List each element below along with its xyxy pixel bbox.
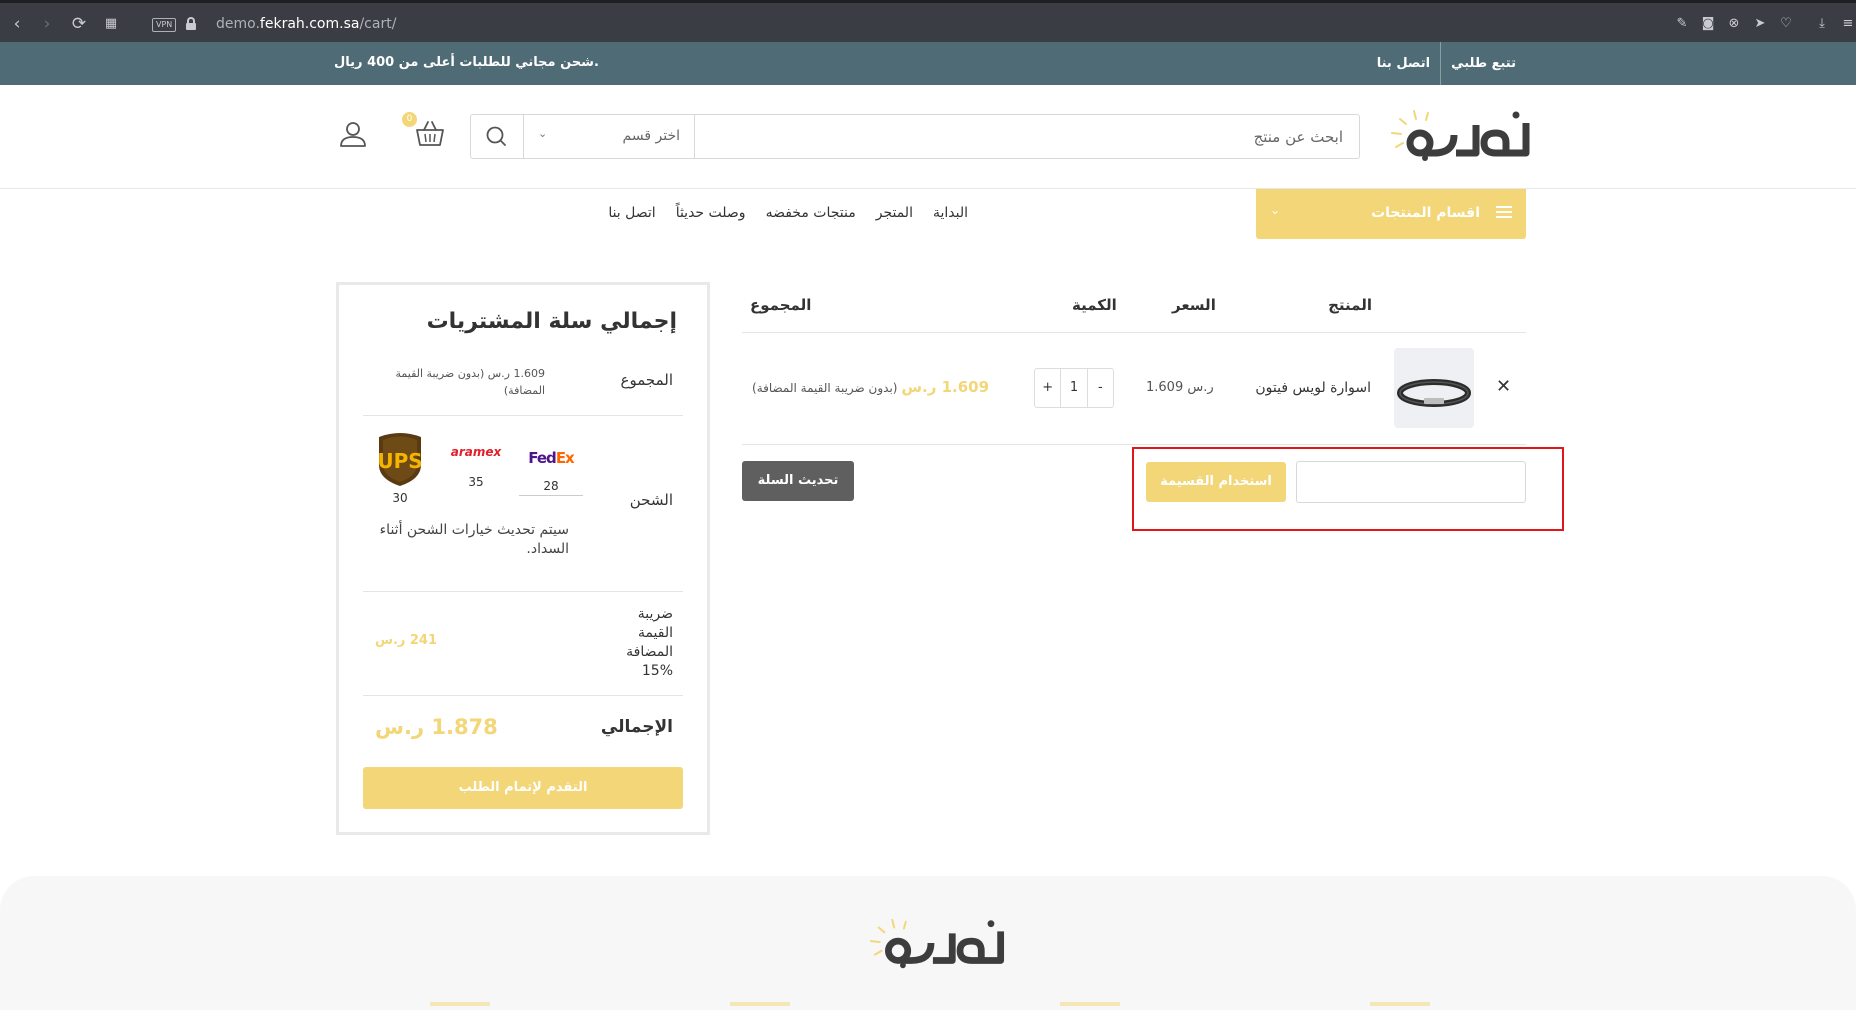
ups-option[interactable]: UPS 30 <box>375 431 425 505</box>
category-select-label: اختر قسم <box>622 128 680 144</box>
topbar-links: تتبع طلبي اتصل بنا <box>1367 42 1526 85</box>
divider <box>363 591 683 592</box>
search-form: ابحث عن منتج اختر قسم ⌄ <box>470 114 1360 159</box>
header-total: المجموع <box>750 296 812 314</box>
apply-coupon-button[interactable]: استخدام القسيمة <box>1146 462 1286 502</box>
heart-icon[interactable]: ♡ <box>1778 16 1794 32</box>
track-order-link[interactable]: تتبع طلبي <box>1441 56 1526 71</box>
footer-heading-hint <box>1060 1002 1120 1006</box>
divider <box>742 332 1526 333</box>
vat-value: 241 ر.س <box>375 633 438 648</box>
contact-link[interactable]: اتصل بنا <box>1367 56 1440 71</box>
announcement-bar: شحن مجاني للطلبات أعلى من 400 ريال. تتبع… <box>0 42 1856 85</box>
download-icon[interactable]: ⤓ <box>1814 16 1830 32</box>
header-quantity: الكمية <box>1072 296 1117 314</box>
vat-label: ضريبة القيمة المضافة %15 <box>626 606 673 679</box>
main-navigation: اقسام المنتجات ⌄ البداية المتجر منتجات م… <box>0 189 1856 239</box>
bracelet-image <box>1397 379 1471 407</box>
fedex-logo: FedEx <box>528 449 574 467</box>
fedex-option[interactable]: FedEx 28 <box>519 449 583 496</box>
close-circle-icon[interactable]: ⊗ <box>1726 16 1742 32</box>
vpn-badge[interactable]: VPN <box>152 18 177 32</box>
edit-icon[interactable]: ✎ <box>1674 16 1690 32</box>
footer-heading-hint <box>430 1002 490 1006</box>
tabs-grid-icon[interactable]: ▦ <box>102 15 120 33</box>
free-shipping-text: شحن مجاني للطلبات أعلى من 400 ريال. <box>334 55 599 70</box>
product-categories-button[interactable]: اقسام المنتجات ⌄ <box>1256 189 1526 239</box>
nav-link-contact[interactable]: اتصل بنا <box>608 205 655 221</box>
header-price: السعر <box>1172 296 1216 314</box>
user-account-icon[interactable] <box>338 119 368 149</box>
nav-link-new-arrivals[interactable]: وصلت حديثاً <box>676 205 746 221</box>
ups-logo-text: UPS <box>377 449 422 473</box>
nav-link-home[interactable]: البداية <box>933 205 968 221</box>
update-cart-button[interactable]: تحديث السلة <box>742 461 854 501</box>
site-header: ابحث عن منتج اختر قسم ⌄ 0 <box>0 85 1856 189</box>
site-footer <box>0 876 1856 1010</box>
footer-logo[interactable] <box>854 914 1006 974</box>
divider <box>363 695 683 696</box>
category-select[interactable]: اختر قسم ⌄ <box>523 115 695 158</box>
lock-icon <box>186 17 196 30</box>
footer-heading-hint <box>1370 1002 1430 1006</box>
header-product: المنتج <box>1328 296 1372 314</box>
search-input[interactable]: ابحث عن منتج <box>1254 128 1343 146</box>
qty-plus-button[interactable]: + <box>1035 369 1060 407</box>
aramex-option[interactable]: aramex 35 <box>445 445 507 489</box>
quantity-stepper: + 1 - <box>1034 368 1114 408</box>
nav-link-shop[interactable]: المتجر <box>876 205 913 221</box>
site-logo[interactable] <box>1376 105 1530 167</box>
divider <box>742 444 1526 445</box>
aramex-logo: aramex <box>450 445 502 459</box>
search-button[interactable] <box>471 115 523 158</box>
send-icon[interactable]: ➤ <box>1752 16 1768 32</box>
grand-total-label: الإجمالي <box>600 717 673 737</box>
proceed-to-checkout-button[interactable]: التقدم لإتمام الطلب <box>363 767 683 809</box>
shipping-note: سيتم تحديث خيارات الشحن أثناء السداد. <box>379 522 569 557</box>
qty-minus-button[interactable]: - <box>1088 369 1113 407</box>
ups-price: 30 <box>392 491 408 505</box>
product-subtotal-amount: 1.609 ر.س <box>901 378 990 396</box>
camera-icon[interactable]: ◙ <box>1700 16 1716 32</box>
subtotal-value: 1.609 ر.س (بدون ضريبة القيمة المضافة) <box>395 367 545 397</box>
footer-heading-hint <box>730 1002 790 1006</box>
divider <box>1440 42 1442 85</box>
divider <box>363 415 683 416</box>
fedex-price: 28 <box>519 479 583 496</box>
aramex-price: 35 <box>468 475 484 489</box>
cart-count-badge: 0 <box>402 112 417 127</box>
back-icon[interactable]: ‹ <box>8 15 26 33</box>
product-tax-note: (بدون ضريبة القيمة المضافة) <box>752 381 898 395</box>
chevron-down-icon: ⌄ <box>538 127 548 140</box>
cart-totals-title: إجمالي سلة المشتريات <box>426 309 677 334</box>
quantity-input[interactable]: 1 <box>1060 369 1088 407</box>
ups-logo: UPS <box>377 433 423 486</box>
remove-item-icon[interactable]: ✕ <box>1496 376 1511 397</box>
cart-totals-box: إجمالي سلة المشتريات المجموع 1.609 ر.س (… <box>336 282 710 835</box>
product-price: 1.609 ر.س <box>1146 380 1214 395</box>
coupon-code-input[interactable] <box>1296 461 1526 503</box>
menu-icon[interactable]: ≡ <box>1840 16 1856 32</box>
product-image[interactable] <box>1394 348 1474 428</box>
product-name-link[interactable]: اسوارة لويس فيتون <box>1255 380 1371 396</box>
hamburger-icon <box>1496 206 1512 218</box>
forward-icon[interactable]: › <box>38 15 56 33</box>
address-bar[interactable]: demo.fekrah.com.sa/cart/ <box>216 16 396 32</box>
nav-link-discounted[interactable]: منتجات مخفضه <box>766 205 856 221</box>
reload-icon[interactable]: ⟳ <box>70 15 88 33</box>
menu-links: البداية المتجر منتجات مخفضه وصلت حديثاً … <box>608 205 968 221</box>
chevron-down-icon: ⌄ <box>1270 203 1281 217</box>
product-categories-label: اقسام المنتجات <box>1371 205 1480 221</box>
product-subtotal: (بدون ضريبة القيمة المضافة) 1.609 ر.س <box>752 378 989 396</box>
shopping-basket-icon[interactable] <box>414 119 446 149</box>
subtotal-label: المجموع <box>620 371 673 389</box>
shipping-label: الشحن <box>629 491 673 509</box>
grand-total-value: 1.878 ر.س <box>375 715 498 739</box>
browser-toolbar: ‹ › ⟳ ▦ VPN demo.fekrah.com.sa/cart/ ✎ ◙… <box>0 0 1856 42</box>
search-icon <box>486 126 506 146</box>
